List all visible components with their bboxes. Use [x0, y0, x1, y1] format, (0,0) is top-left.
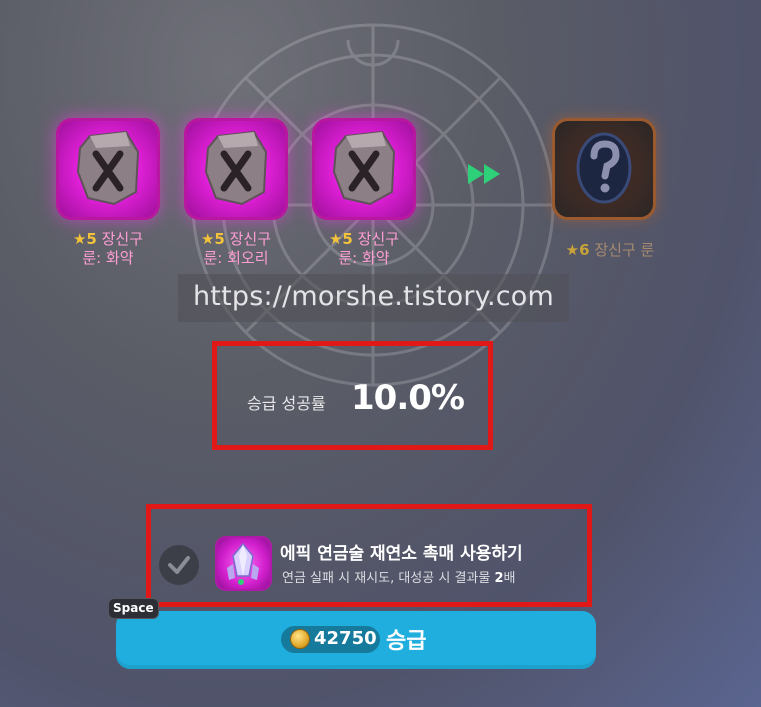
unknown-rune-question-icon	[576, 132, 632, 204]
gold-coin-icon	[290, 629, 310, 649]
double-arrow-icon	[468, 164, 500, 184]
success-rate-label: 승급 성공률	[247, 394, 326, 413]
space-hotkey-badge: Space	[108, 598, 159, 619]
checkmark-icon	[168, 556, 190, 574]
crystal-catalyst-icon	[215, 536, 272, 591]
upgrade-button-label: 승급	[386, 629, 427, 654]
material-label-2: ★5 장신구 룬: 회오리	[200, 230, 272, 267]
material-label-3: ★5 장신구 룬: 화약	[328, 230, 400, 267]
catalyst-title: 에픽 연금술 재연소 촉매 사용하기	[280, 544, 523, 564]
rune-x-icon	[332, 130, 396, 206]
material-rune-slot-3[interactable]	[312, 118, 416, 220]
success-rate-highlight-box: 승급 성공률 10.0%	[212, 341, 493, 450]
rune-x-icon	[204, 130, 268, 206]
result-rune-slot[interactable]	[552, 118, 656, 220]
material-rune-slot-1[interactable]	[56, 118, 160, 220]
catalyst-checkbox[interactable]	[159, 545, 199, 585]
watermark-url: https://morshe.tistory.com	[178, 274, 569, 322]
result-rune-label: ★6 장신구 룬	[565, 241, 655, 259]
material-rune-slot-2[interactable]	[184, 118, 288, 220]
catalyst-description: 연금 실패 시 재시도, 대성공 시 결과물 2배	[282, 571, 516, 586]
upgrade-cost: 42750	[314, 628, 377, 649]
material-label-1: ★5 장신구 룬: 화약	[72, 230, 144, 267]
success-rate-value: 10.0%	[351, 378, 465, 418]
rune-x-icon	[76, 130, 140, 206]
